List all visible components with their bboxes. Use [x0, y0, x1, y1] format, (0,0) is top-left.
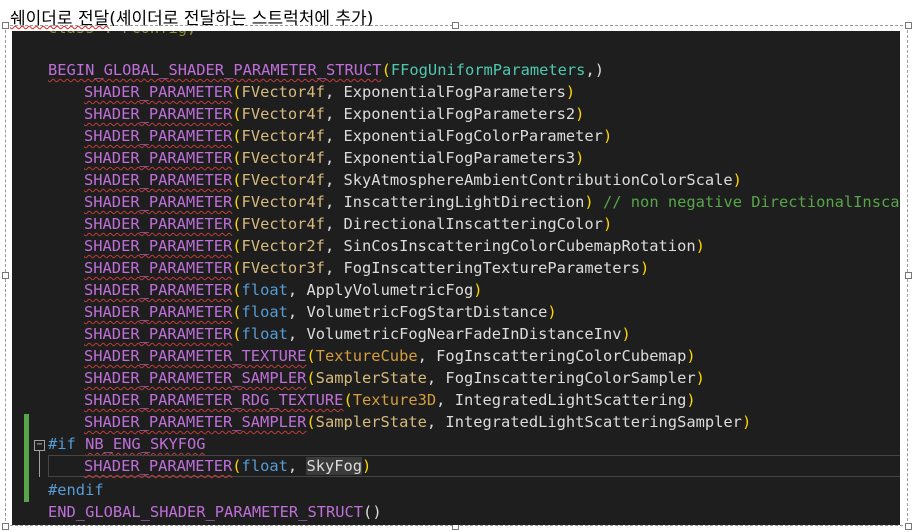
- endif-directive: #endif: [48, 481, 104, 499]
- param-type: SamplerState: [315, 413, 427, 431]
- param-type: FVector4f: [241, 215, 325, 233]
- fold-toggle-icon[interactable]: −: [34, 440, 45, 451]
- param-macro: SHADER_PARAMETER: [84, 303, 233, 321]
- param-type: float: [241, 281, 288, 299]
- code-line-shader-parameter: SHADER_PARAMETER(float, ApplyVolumetricF…: [84, 281, 483, 299]
- param-type: FVector4f: [241, 149, 325, 167]
- param-comment: // non negative DirectionalInscatte: [602, 193, 900, 211]
- param-type: FVector3f: [241, 259, 325, 277]
- code-line-shader-parameter: SHADER_PARAMETER(float, VolumetricFogNea…: [84, 325, 631, 343]
- code-line-endif: #endif: [48, 479, 104, 501]
- resize-handle-mid-left[interactable]: [2, 272, 9, 279]
- resize-handle-top-center[interactable]: [452, 22, 459, 29]
- code-line-shader-parameter: SHADER_PARAMETER_SAMPLER(SamplerState, I…: [84, 413, 752, 431]
- param-name: SkyAtmosphereAmbientContributionColorSca…: [343, 171, 733, 189]
- param-name: ExponentialFogParameters3: [343, 149, 576, 167]
- code-line-struct-begin: BEGIN_GLOBAL_SHADER_PARAMETER_STRUCT(FFo…: [48, 59, 604, 81]
- code-line-shader-parameter: SHADER_PARAMETER(FVector4f, DirectionalI…: [84, 215, 613, 233]
- param-name: ExponentialFogParameters2: [343, 105, 576, 123]
- resize-handle-bottom-right[interactable]: [905, 523, 912, 530]
- param-type: float: [241, 303, 288, 321]
- param-macro: SHADER_PARAMETER: [84, 237, 233, 255]
- if-directive: #if: [48, 435, 76, 453]
- code-line-shader-parameter: SHADER_PARAMETER(float, VolumetricFogSta…: [84, 303, 557, 321]
- param-macro: SHADER_PARAMETER: [84, 281, 233, 299]
- code-line-struct-end: END_GLOBAL_SHADER_PARAMETER_STRUCT(): [48, 501, 382, 523]
- param-type: FVector2f: [241, 237, 325, 255]
- resize-handle-top-left[interactable]: [2, 22, 9, 29]
- param-type: Texture3D: [352, 391, 437, 409]
- param-macro: SHADER_PARAMETER_RDG_TEXTURE: [84, 391, 344, 409]
- code-line-if: #if NB_ENG_SKYFOG: [48, 433, 206, 455]
- param-type: float: [241, 325, 288, 343]
- struct-end-args: (): [363, 503, 382, 521]
- code-editor-screenshot: − class : FConfig; BEGIN_GLOBAL_SHADER_P…: [12, 31, 900, 525]
- param-macro: SHADER_PARAMETER_TEXTURE: [84, 347, 307, 365]
- code-line-shader-parameter: SHADER_PARAMETER_RDG_TEXTURE(Texture3D, …: [84, 391, 696, 409]
- change-indicator-bar: [24, 414, 29, 502]
- code-line-skyfog: SHADER_PARAMETER(float, SkyFog): [84, 457, 372, 475]
- skyfog-name: SkyFog: [306, 457, 363, 475]
- param-name: DirectionalInscatteringColor: [343, 215, 603, 233]
- param-type: FVector4f: [241, 171, 325, 189]
- param-type: FVector4f: [241, 83, 325, 101]
- skyfog-type: float: [241, 457, 288, 475]
- param-name: ExponentialFogColorParameter: [343, 127, 603, 145]
- param-name: IntegratedLightScatteringSampler: [445, 413, 742, 431]
- param-macro: SHADER_PARAMETER: [84, 105, 233, 123]
- param-name: IntegratedLightScattering: [454, 391, 687, 409]
- struct-name: FFogUniformParameters: [390, 61, 586, 79]
- code-line-shader-parameter: SHADER_PARAMETER(FVector4f, ExponentialF…: [84, 149, 585, 167]
- param-macro: SHADER_PARAMETER: [84, 171, 233, 189]
- param-macro: SHADER_PARAMETER: [84, 193, 233, 211]
- param-name: VolumetricFogNearFadeInDistanceInv: [306, 325, 622, 343]
- resize-handle-mid-right[interactable]: [905, 272, 912, 279]
- param-name: ApplyVolumetricFog: [306, 281, 474, 299]
- param-macro: SHADER_PARAMETER: [84, 127, 233, 145]
- param-name: SinCosInscatteringColorCubemapRotation: [343, 237, 696, 255]
- code-line-shader-parameter: SHADER_PARAMETER(FVector3f, FogInscatter…: [84, 259, 650, 277]
- param-name: InscatteringLightDirection: [343, 193, 585, 211]
- param-macro: SHADER_PARAMETER: [84, 325, 233, 343]
- code-line-shader-parameter: SHADER_PARAMETER(FVector4f, ExponentialF…: [84, 105, 585, 123]
- param-macro: SHADER_PARAMETER: [84, 259, 233, 277]
- param-name: FogInscatteringColorCubemap: [436, 347, 687, 365]
- param-macro: SHADER_PARAMETER: [84, 83, 233, 101]
- resize-handle-bottom-left[interactable]: [2, 523, 9, 530]
- code-line-partial: class : FConfig;: [48, 31, 196, 39]
- fold-guide-line: [39, 451, 40, 477]
- param-type: FVector4f: [241, 193, 325, 211]
- code-line-shader-parameter: SHADER_PARAMETER(FVector4f, SkyAtmospher…: [84, 171, 742, 189]
- param-macro: SHADER_PARAMETER: [84, 149, 233, 167]
- resize-handle-top-right[interactable]: [905, 22, 912, 29]
- param-macro: SHADER_PARAMETER: [84, 215, 233, 233]
- code-line-shader-parameter: SHADER_PARAMETER(FVector2f, SinCosInscat…: [84, 237, 705, 255]
- param-macro: SHADER_PARAMETER_SAMPLER: [84, 413, 307, 431]
- code-line-shader-parameter: SHADER_PARAMETER(FVector4f, Inscattering…: [84, 191, 900, 213]
- param-name: FogInscatteringTextureParameters: [343, 259, 641, 277]
- struct-begin-open: (: [381, 61, 391, 79]
- code-line-shader-parameter: SHADER_PARAMETER(FVector4f, ExponentialF…: [84, 127, 613, 145]
- code-line-shader-parameter: SHADER_PARAMETER_SAMPLER(SamplerState, F…: [84, 369, 705, 387]
- struct-begin-close: ,): [585, 61, 604, 79]
- if-symbol: NB_ENG_SKYFOG: [85, 435, 206, 453]
- param-macro: SHADER_PARAMETER_SAMPLER: [84, 369, 307, 387]
- skyfog-macro: SHADER_PARAMETER: [84, 457, 233, 475]
- param-name: VolumetricFogStartDistance: [306, 303, 548, 321]
- param-type: TextureCube: [315, 347, 418, 365]
- param-type: FVector4f: [241, 127, 325, 145]
- struct-end-macro: END_GLOBAL_SHADER_PARAMETER_STRUCT: [48, 503, 364, 521]
- param-type: FVector4f: [241, 105, 325, 123]
- param-name: FogInscatteringColorSampler: [445, 369, 696, 387]
- struct-begin-macro: BEGIN_GLOBAL_SHADER_PARAMETER_STRUCT: [48, 61, 382, 79]
- code-line-shader-parameter: SHADER_PARAMETER_TEXTURE(TextureCube, Fo…: [84, 347, 696, 365]
- param-type: SamplerState: [315, 369, 427, 387]
- code-line-shader-parameter: SHADER_PARAMETER(FVector4f, ExponentialF…: [84, 83, 576, 101]
- param-name: ExponentialFogParameters: [343, 83, 566, 101]
